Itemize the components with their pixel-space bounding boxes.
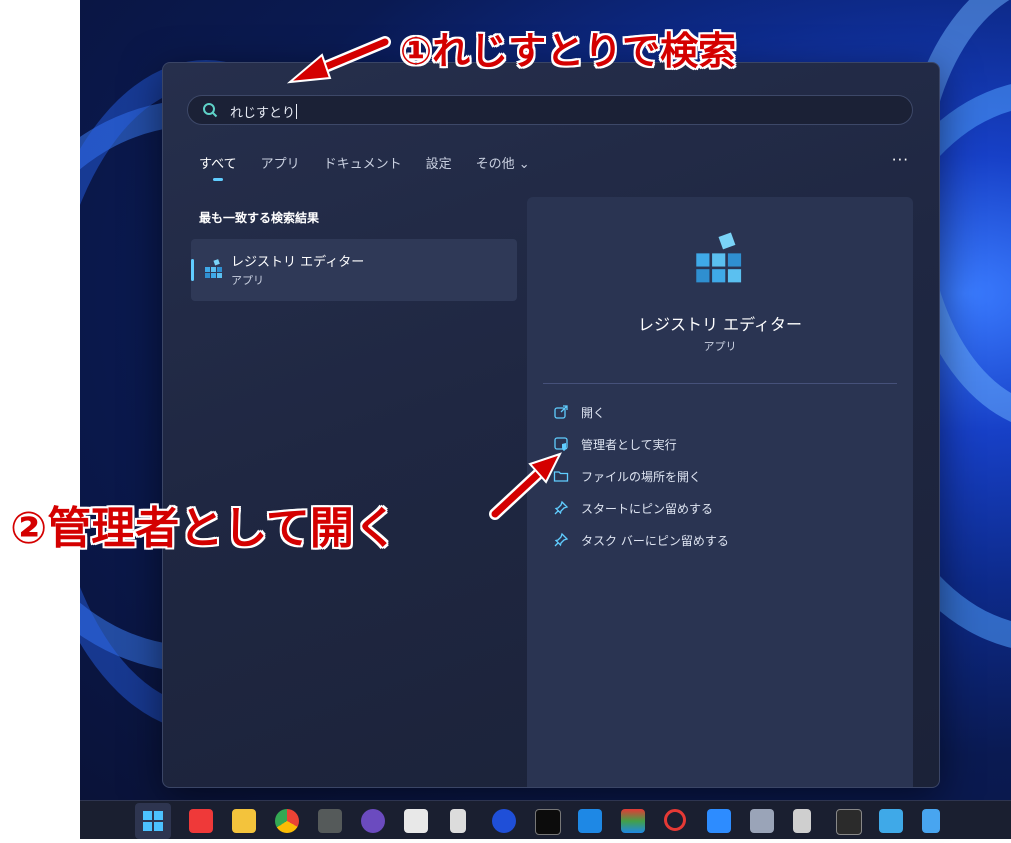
annotation-step2: ②管理者として開く — [10, 503, 398, 554]
annotation-arrows — [286, 36, 562, 520]
annotation-step1: ①れじすとりで検索 — [400, 29, 737, 73]
arrow-to-search — [286, 36, 391, 84]
arrow-to-admin — [489, 452, 562, 520]
